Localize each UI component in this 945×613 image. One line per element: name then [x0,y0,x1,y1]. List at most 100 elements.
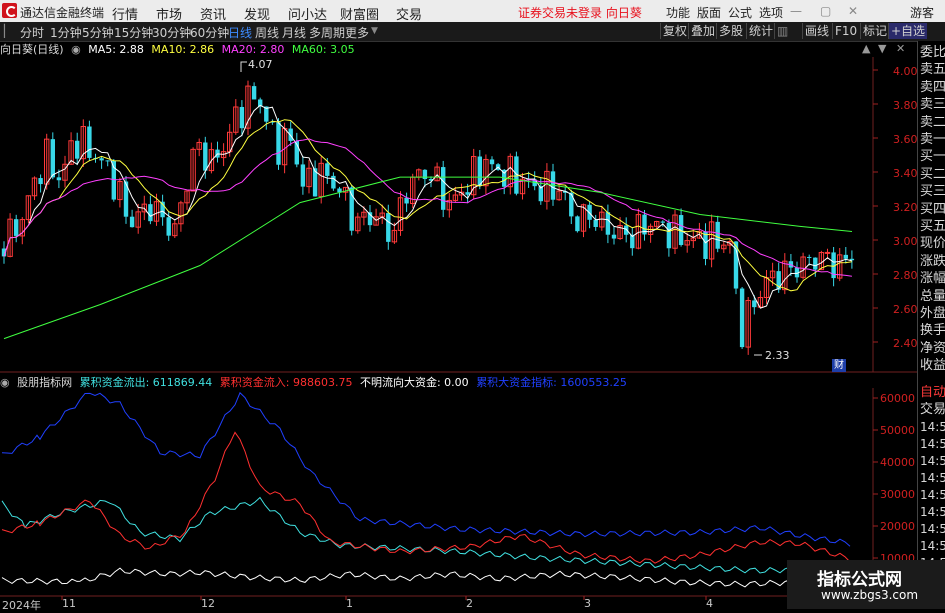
quote-field-label: 换手 [920,323,945,339]
candle-body-down [807,256,812,258]
trade-panel-label: 交易 [920,402,945,417]
watermark-url: www.zbgs3.com [821,588,919,602]
quote-field-label: 卖二 [920,114,945,130]
watermark: 指标公式网 www.zbgs3.com [787,560,945,609]
candle-body-down [148,204,153,222]
price-tick: 2.80 [893,269,918,282]
candle-body-down [288,128,293,141]
candle-body-down [593,219,598,227]
candle-body-down [715,221,720,249]
date-tick: 2 [466,597,473,610]
quote-field-label: 卖三 [920,97,945,113]
kline-chart[interactable] [0,0,945,609]
date-tick: 12 [201,597,215,610]
quote-field-label: 总量 [920,288,945,304]
trade-time: 14:56 [920,539,945,553]
candle-body-down [611,234,617,239]
finance-badge[interactable]: 财 [832,359,846,372]
flow-out-label: 累积资金流出: 611869.44 [79,376,213,389]
trade-time: 14:56 [920,505,945,519]
candle-body-down [843,254,848,259]
candle-body-down [129,216,135,228]
quote-field-label: 外盘 [920,306,945,321]
indicator-legend: ◉ 股朋指标网 累积资金流出: 611869.44 累积资金流入: 988603… [0,374,631,389]
trade-time: 14:56 [920,437,945,451]
indicator-tick: 20000 [880,520,915,533]
indicator-tick: 40000 [880,456,915,469]
candle-body-down [203,142,208,171]
candle-body-up [824,251,831,254]
candle-body-down [56,177,62,181]
candle-body-down [75,140,80,159]
trade-time: 14:56 [920,522,945,536]
quote-field-label: 买四 [920,201,945,217]
ma5-line [3,104,853,309]
candle-body-down [605,212,611,235]
candle-body-down [239,106,245,129]
candle-body-down [38,178,43,185]
candle-body-down [666,222,672,249]
trade-time: 14:56 [920,454,945,468]
candle-body-down [739,288,745,348]
candle-body-down [325,163,330,176]
price-tick: 3.20 [893,201,918,214]
candle-body-down [422,169,428,180]
indicator-name[interactable]: 股朋指标网 [17,376,72,389]
candle-body-down [489,159,495,165]
trade-panel-label: 自动 [920,385,945,400]
quote-field-label: 买二 [920,166,945,182]
price-tick: 3.00 [893,235,918,248]
date-tick: 11 [62,597,76,610]
quote-field-label: 买一 [920,149,945,165]
candle-body-down [276,122,281,165]
quote-field-label: 卖四 [920,79,945,95]
flow-in-line [1,431,851,564]
indicator-tick: 50000 [880,424,915,437]
indicator-tick: 60000 [880,392,915,405]
candle-body-down [166,217,171,236]
candle-body-down [752,300,757,308]
quote-field-label: 涨跌 [920,253,945,269]
candle-body-down [703,231,708,259]
candle-body-down [14,219,19,236]
candle-body-down [87,126,92,158]
candle-body-down [813,257,818,270]
date-tick: 2024年 [2,599,41,612]
ma20-line [3,138,852,277]
candle-body-down [624,225,629,235]
quote-side-panel: 委比 卖五 卖四 卖三 卖二 卖一 买一 买二 买三 买四 买五 现价 涨跌 涨幅 总量 外盘 换手 净资 收益 自动… [917,41,945,609]
price-tick: 3.60 [893,133,918,146]
watermark-title: 指标公式网 [817,570,902,590]
candle-body-down [50,139,55,178]
trade-time: 14:56 [920,488,945,502]
low-price-label: 2.33 [765,349,790,362]
unknown-flow-line [1,567,851,588]
flow-out-line [1,496,851,574]
indicator-toggle-icon[interactable]: ◉ [0,376,10,389]
price-tick: 3.80 [893,99,918,112]
indicator-tick: 30000 [880,488,915,501]
quote-field-label: 收益 [920,358,945,374]
high-price-label: 4.07 [248,58,273,71]
flow-in-label: 累积资金流入: 988603.75 [219,376,353,389]
candle-body-down [105,160,110,162]
quote-field-label: 卖五 [920,62,945,78]
ma10-line [3,119,852,292]
high-marker [240,61,247,72]
quote-field-label: 买五 [920,219,945,234]
price-tick: 2.60 [893,303,918,316]
candle-body-down [477,156,482,186]
candle-body-down [587,204,592,220]
candle-body-down [251,86,257,100]
date-tick: 4 [706,597,713,610]
candle-body-down [99,158,104,161]
date-tick: 3 [584,597,591,610]
candle-body-down [386,213,391,242]
candle-body-down [300,164,306,187]
quote-field-label: 卖一 [920,132,945,147]
trade-time: 14:56 [920,471,945,485]
trade-time: 14:56 [920,420,945,434]
quote-field-label: 净资 [920,340,945,356]
price-tick: 2.40 [893,337,918,350]
big-money-label: 累积大资金指标: 1600553.25 [476,376,627,389]
